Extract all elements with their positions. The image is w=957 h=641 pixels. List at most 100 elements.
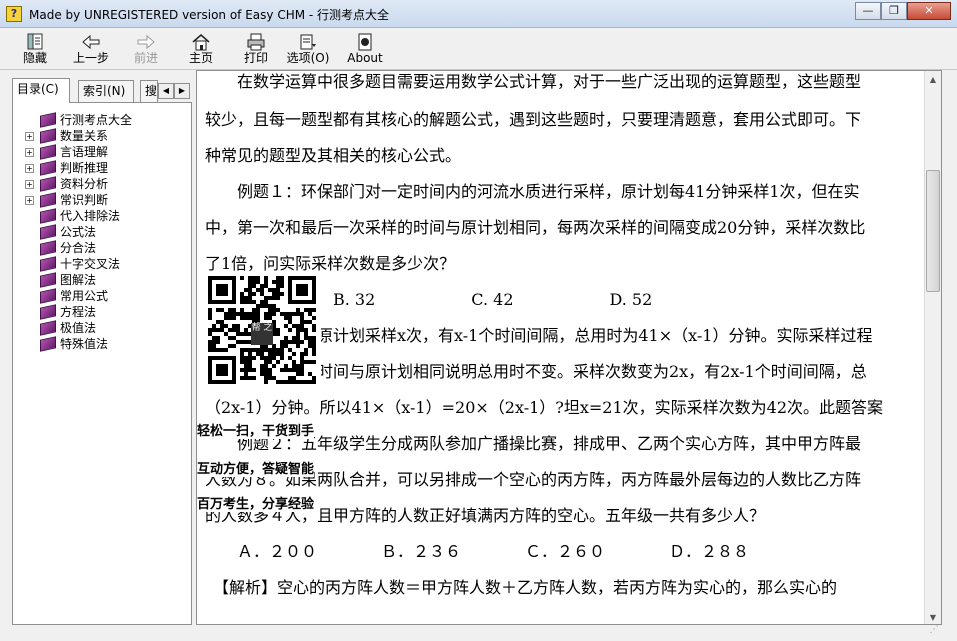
book-icon: [40, 208, 56, 224]
book-icon: [40, 160, 56, 176]
about-label: About: [347, 51, 383, 65]
book-icon: [40, 128, 56, 144]
book-icon: [40, 288, 56, 304]
scroll-up-icon[interactable]: ▲: [925, 71, 941, 88]
tree-item[interactable]: + 言语理解: [13, 144, 191, 160]
resize-grip-icon[interactable]: ⋰: [926, 625, 942, 641]
tab-scroll-left-icon[interactable]: ◀: [158, 83, 174, 99]
qr-center-logo: 帮 之: [251, 323, 273, 345]
book-icon: [40, 240, 56, 256]
tab-scroll-right-icon[interactable]: ▶: [174, 83, 190, 99]
tab-contents[interactable]: 目录(C): [12, 78, 70, 103]
tree-item-label: 公式法: [60, 225, 97, 239]
tree-item-label: 常用公式: [60, 289, 109, 303]
tree-item-label: 特殊值法: [60, 337, 109, 351]
window-controls: — ❐ ✕: [855, 2, 951, 20]
content-line: （2x-1）分钟。所以41×（x-1）=20×（2x-1）?坦x=21次，实际采…: [205, 398, 884, 417]
tree-item-label: 分合法: [60, 241, 97, 255]
tree-item-label: 图解法: [60, 273, 97, 287]
expand-plus-icon[interactable]: +: [25, 132, 34, 141]
scroll-thumb[interactable]: [926, 170, 940, 292]
tree-item[interactable]: + 常识判断: [13, 192, 191, 208]
back-arrow-icon: [66, 33, 116, 51]
window-title: Made by UNREGISTERED version of Easy CHM…: [29, 8, 390, 22]
tree-item-label: 十字交叉法: [60, 257, 121, 271]
tree-item[interactable]: + 资料分析: [13, 176, 191, 192]
tree-item-label: 方程法: [60, 305, 97, 319]
qr-caption-1: 轻松一扫，干货到手: [197, 420, 315, 439]
bottom-status-strip: ⋰: [196, 625, 942, 641]
hide-label: 隐藏: [22, 51, 47, 65]
book-icon: [40, 224, 56, 240]
content-line: 较少，且每一题型都有其核心的解题公式，遇到这些题时，只要理清题意，套用公式即可。…: [205, 110, 862, 129]
book-icon: [40, 256, 56, 272]
forward-button[interactable]: 前进: [121, 33, 171, 69]
options-label: 选项(O): [286, 51, 330, 65]
hide-button[interactable]: 隐藏: [10, 33, 60, 69]
home-icon: [176, 33, 226, 51]
nav-tabs: 目录(C) 索引(N) 搜 ◀ ▶: [12, 78, 192, 103]
book-icon: [40, 320, 56, 336]
tree-item-label: 代入排除法: [60, 209, 121, 223]
content-line: Ａ．２００ Ｂ．２３６ Ｃ．２６０ Ｄ．２８８: [205, 542, 750, 561]
tab-search[interactable]: 搜: [140, 80, 158, 102]
book-icon: [40, 336, 56, 352]
home-button[interactable]: 主页: [176, 33, 226, 69]
qr-caption-3: 百万考生，分享经验: [197, 493, 315, 512]
tree-item-label: 极值法: [60, 321, 97, 335]
tree-item[interactable]: 图解法: [13, 272, 191, 288]
back-label: 上一步: [72, 51, 109, 65]
tree-item[interactable]: 公式法: [13, 224, 191, 240]
tree-item[interactable]: + 判断推理: [13, 160, 191, 176]
scroll-down-icon[interactable]: ▼: [925, 609, 941, 624]
tree-list: 行测考点大全 + 数量关系 + 言语理解 + 判断推理 + 资料分析 + 常识判断 代入排除法 公式法分…: [13, 103, 191, 352]
expand-plus-icon[interactable]: +: [25, 196, 34, 205]
expand-plus-icon[interactable]: +: [25, 148, 34, 157]
expand-plus-icon[interactable]: +: [25, 164, 34, 173]
forward-arrow-icon: [121, 33, 171, 51]
minimize-button[interactable]: —: [855, 2, 881, 20]
back-button[interactable]: 上一步: [66, 33, 116, 69]
content-line: 中，第一次和最后一次采样的时间与原计划相同，每两次采样的间隔变成20分钟，采样次…: [205, 218, 866, 237]
book-icon: [40, 272, 56, 288]
title-bar[interactable]: ? Made by UNREGISTERED version of Easy C…: [0, 0, 957, 28]
vertical-scrollbar[interactable]: ▲ ▼: [924, 71, 941, 624]
close-button[interactable]: ✕: [907, 2, 951, 20]
options-button[interactable]: 选项(O): [283, 33, 333, 69]
book-icon: [40, 304, 56, 320]
tree-item[interactable]: + 数量关系: [13, 128, 191, 144]
tree-item[interactable]: 常用公式: [13, 288, 191, 304]
tree-item[interactable]: 方程法: [13, 304, 191, 320]
forward-label: 前进: [133, 51, 158, 65]
toolbar: 隐藏 上一步 前进 主页 打印 选项(O) About: [0, 28, 957, 70]
book-icon: [40, 112, 56, 128]
tree-item-label: 数量关系: [60, 129, 109, 143]
print-label: 打印: [243, 51, 268, 65]
tree-item[interactable]: 代入排除法: [13, 208, 191, 224]
about-button[interactable]: About: [340, 33, 390, 69]
expand-plus-icon[interactable]: +: [25, 180, 34, 189]
tree-item[interactable]: 极值法: [13, 320, 191, 336]
hide-pane-icon: [10, 33, 60, 51]
print-button[interactable]: 打印: [231, 33, 281, 69]
book-icon: [40, 144, 56, 160]
printer-icon: [231, 33, 281, 51]
tree-item-label: 言语理解: [60, 145, 109, 159]
content-line: 种常见的题型及其相关的核心公式。: [205, 146, 462, 165]
tab-index[interactable]: 索引(N): [78, 80, 134, 102]
tree-item[interactable]: 十字交叉法: [13, 256, 191, 272]
qr-caption-2: 互动方便，答疑智能: [197, 458, 315, 477]
options-icon: [283, 33, 333, 51]
maximize-button[interactable]: ❐: [881, 2, 907, 20]
tree-item[interactable]: 分合法: [13, 240, 191, 256]
tree-item[interactable]: 特殊值法: [13, 336, 191, 352]
tree-item[interactable]: 行测考点大全: [13, 112, 191, 128]
tree-item-label: 常识判断: [60, 193, 109, 207]
tree-item-label: 判断推理: [60, 161, 109, 175]
content-line: 例题１：环保部门对一定时间内的河流水质进行采样，原计划每41分钟采样1次，但在实: [205, 182, 860, 201]
tree-item-label: 行测考点大全: [60, 113, 133, 127]
navigation-pane: 目录(C) 索引(N) 搜 ◀ ▶ 行测考点大全 + 数量关系 + 言语理解 + 判断推理 +…: [12, 78, 192, 625]
content-line: 【解析】空心的丙方阵人数＝甲方阵人数＋乙方阵人数，若丙方阵为实心的，那么实心的: [205, 578, 838, 597]
topic-content-pane[interactable]: 在数学运算中很多题目需要运用数学公式计算，对于一些广泛出现的运算题型，这些题型较…: [196, 70, 942, 625]
about-info-icon: [340, 33, 390, 51]
